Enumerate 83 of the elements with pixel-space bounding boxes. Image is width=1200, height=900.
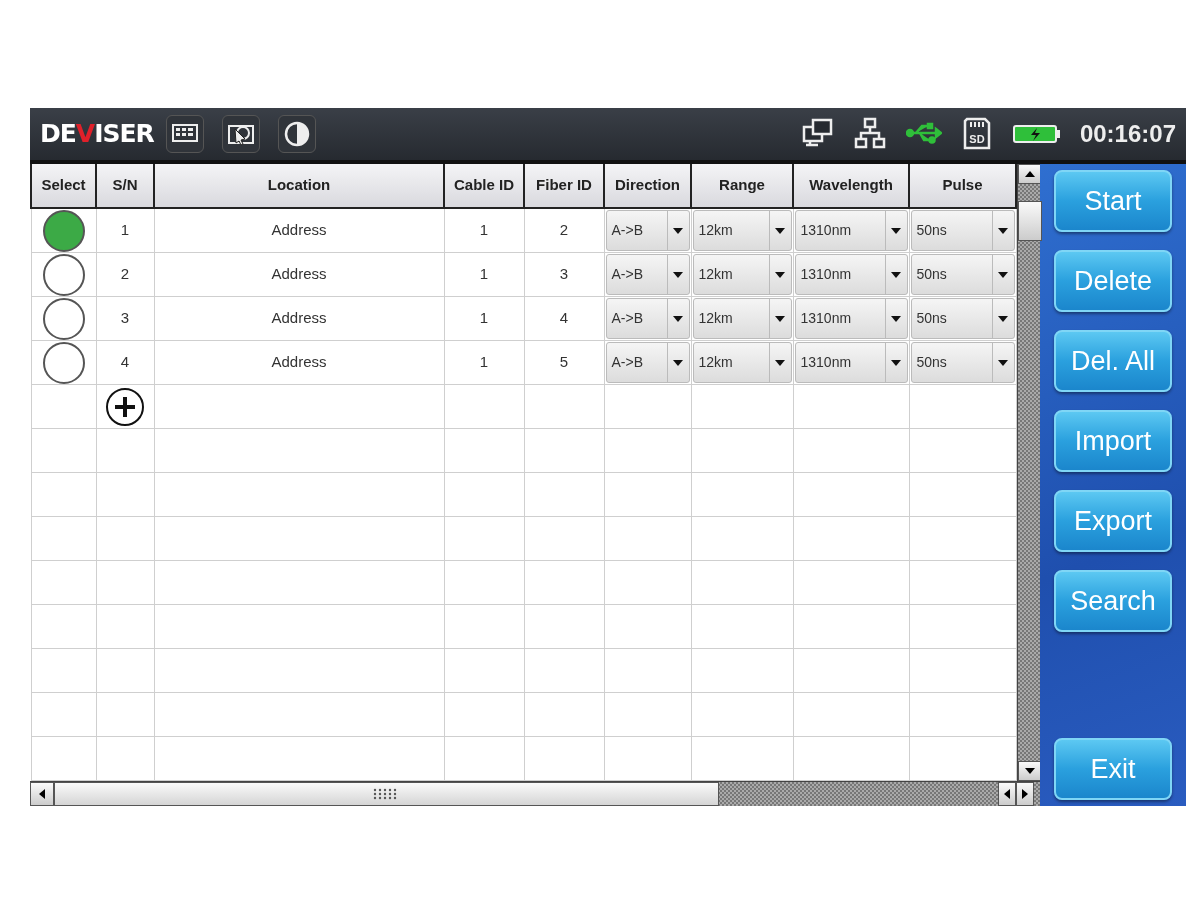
dropdown[interactable]: 50ns: [910, 342, 1015, 383]
scroll-down-button[interactable]: [1018, 761, 1042, 781]
column-header: Pulse: [909, 164, 1016, 208]
dropdown[interactable]: 1310nm: [794, 254, 908, 295]
table-cell: 4: [96, 340, 154, 385]
caret-icon: [673, 315, 683, 322]
caret-icon: [891, 227, 901, 234]
caret-icon: [998, 315, 1008, 322]
table-cell: Address: [154, 208, 444, 253]
radio-button[interactable]: [42, 341, 85, 384]
column-header: Location: [154, 164, 444, 208]
dropdown[interactable]: 50ns: [910, 298, 1015, 339]
caret-icon: [673, 359, 683, 366]
caret-icon: [891, 315, 901, 322]
scroll-right-button[interactable]: [1016, 782, 1034, 806]
table-cell: 1: [444, 296, 524, 341]
column-header: Select: [31, 164, 96, 208]
clock-time: 00:16:07: [1079, 119, 1176, 149]
dropdown[interactable]: 1310nm: [794, 298, 908, 339]
dropdown[interactable]: A->B: [605, 298, 690, 339]
table-cell: 4: [524, 296, 604, 341]
column-header: Wavelength: [793, 164, 909, 208]
radio-button[interactable]: [42, 209, 85, 252]
table-cell: 1: [444, 208, 524, 253]
caret-icon: [891, 359, 901, 366]
dropdown[interactable]: 50ns: [910, 210, 1015, 251]
dropdown[interactable]: A->B: [605, 210, 690, 251]
column-header: Direction: [604, 164, 691, 208]
add-icon[interactable]: [105, 386, 145, 427]
dropdown[interactable]: 12km: [692, 342, 792, 383]
caret-icon: [998, 227, 1008, 234]
column-header: S/N: [96, 164, 154, 208]
table-cell: Address: [154, 252, 444, 297]
radio-button[interactable]: [42, 253, 85, 296]
column-header: Range: [691, 164, 793, 208]
table-cell: 3: [96, 296, 154, 341]
table-cell: 3: [524, 252, 604, 297]
left-arrow-icon: [1004, 789, 1010, 799]
caret-icon: [891, 271, 901, 278]
dropdown[interactable]: 12km: [692, 254, 792, 295]
caret-icon: [775, 315, 785, 322]
scroll-thumb[interactable]: [1018, 201, 1042, 241]
dropdown[interactable]: A->B: [605, 342, 690, 383]
table-cell: 1: [96, 208, 154, 253]
dropdown[interactable]: A->B: [605, 254, 690, 295]
up-arrow-icon: [1025, 171, 1035, 177]
caret-icon: [673, 227, 683, 234]
right-arrow-icon: [1022, 789, 1028, 799]
caret-icon: [775, 359, 785, 366]
table-cell: 1: [444, 340, 524, 385]
screenshot-button[interactable]: [221, 115, 260, 153]
column-header: Cable ID: [444, 164, 524, 208]
scroll-left-button[interactable]: [30, 782, 54, 806]
table-cell: Address: [154, 340, 444, 385]
keyboard-button[interactable]: [165, 115, 204, 153]
dropdown[interactable]: 12km: [692, 210, 792, 251]
caret-icon: [998, 271, 1008, 278]
column-header: Fiber ID: [524, 164, 604, 208]
scroll-thumb[interactable]: [54, 782, 719, 806]
table-cell: 1: [444, 252, 524, 297]
radio-button[interactable]: [42, 297, 85, 340]
caret-icon: [775, 271, 785, 278]
caret-icon: [998, 359, 1008, 366]
dropdown[interactable]: 1310nm: [794, 210, 908, 251]
caret-icon: [673, 271, 683, 278]
caret-icon: [775, 227, 785, 234]
down-arrow-icon: [1025, 768, 1035, 774]
contrast-button[interactable]: [277, 115, 316, 153]
dropdown[interactable]: 50ns: [910, 254, 1015, 295]
left-arrow-icon: [39, 789, 45, 799]
dropdown[interactable]: 1310nm: [794, 342, 908, 383]
sd-label: SD: [969, 133, 985, 145]
table-cell: 2: [96, 252, 154, 297]
dropdown[interactable]: 12km: [692, 298, 792, 339]
logo: DEVISER: [40, 118, 154, 151]
scroll-left-button[interactable]: [998, 782, 1016, 806]
table-cell: 2: [524, 208, 604, 253]
table-cell: Address: [154, 296, 444, 341]
table-cell: 5: [524, 340, 604, 385]
network-icon: [853, 117, 888, 151]
scroll-up-button[interactable]: [1018, 164, 1042, 184]
horizontal-scrollbar[interactable]: [30, 781, 1040, 806]
vertical-scrollbar[interactable]: [1017, 164, 1042, 781]
